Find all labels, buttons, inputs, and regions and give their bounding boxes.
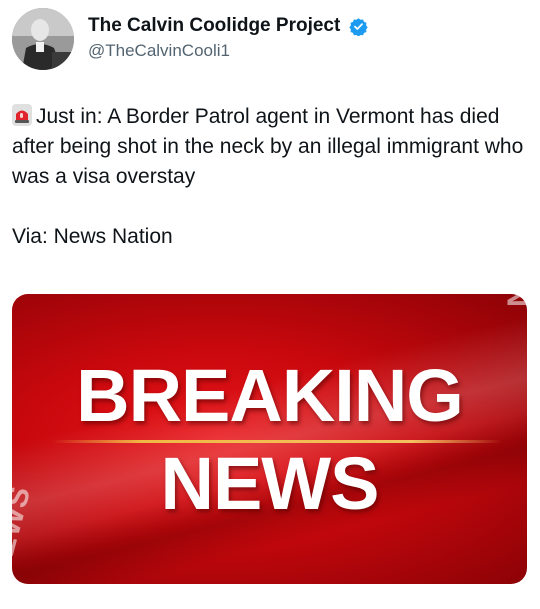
verified-badge-icon [349, 17, 368, 36]
side-text-right: EAKIN [499, 294, 527, 308]
tweet-header: The Calvin Coolidge Project @TheCalvinCo… [12, 8, 528, 72]
headline-breaking: BREAKING [76, 354, 464, 437]
author-display-name[interactable]: The Calvin Coolidge Project [88, 15, 340, 37]
author-names: The Calvin Coolidge Project @TheCalvinCo… [88, 15, 368, 61]
author-avatar[interactable] [12, 8, 74, 70]
tweet-main-text: Just in: A Border Patrol agent in Vermon… [12, 102, 528, 192]
author-handle[interactable]: @TheCalvinCooli1 [88, 41, 368, 61]
tweet-body: Just in: A Border Patrol agent in Vermon… [12, 102, 528, 252]
police-siren-icon [12, 104, 32, 126]
portrait-avatar-icon [12, 8, 74, 70]
breaking-news-image[interactable]: BREAKING NEWS EAKIN NEWS [12, 294, 527, 584]
tweet-text: Just in: A Border Patrol agent in Vermon… [12, 105, 524, 188]
headline-news: NEWS [160, 442, 380, 525]
tweet-source: Via: News Nation [12, 225, 173, 248]
